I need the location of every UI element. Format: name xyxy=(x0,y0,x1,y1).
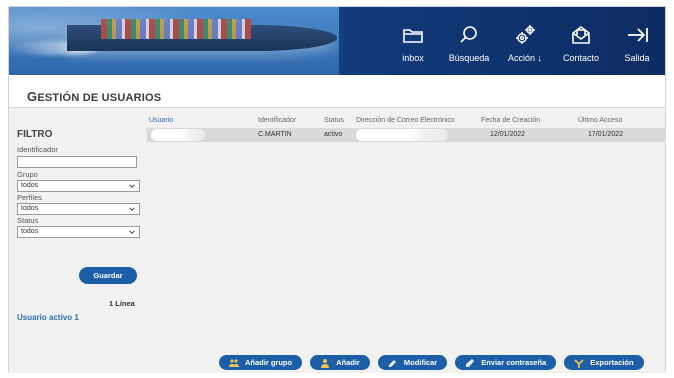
identificador-label: Identificador xyxy=(17,145,58,154)
nav-inbox-label: inbox xyxy=(402,53,424,63)
gears-icon xyxy=(516,25,535,44)
redacted-email xyxy=(356,129,448,141)
table-header: Usuario Identificador Status Dirección d… xyxy=(147,114,665,128)
export-button[interactable]: Exportación xyxy=(564,355,644,370)
table-row[interactable]: C.MARTIN activo 12/01/2022 17/01/2022 xyxy=(147,128,665,142)
modify-label: Modificar xyxy=(403,358,438,367)
perfiles-select[interactable]: todos xyxy=(17,203,140,215)
col-fecha-creacion[interactable]: Fecha de Creación xyxy=(481,117,540,124)
action-bar: Añadir grupo Añadir Modificar Enviar con… xyxy=(219,355,644,371)
grupo-label: Grupo xyxy=(17,170,38,179)
col-status[interactable]: Status xyxy=(324,117,344,124)
col-email[interactable]: Dirección de Correo Electrónico xyxy=(356,117,455,124)
add-group-label: Añadir grupo xyxy=(245,358,293,367)
nav-accion[interactable]: Acción ↓ xyxy=(502,7,548,75)
add-button[interactable]: Añadir xyxy=(310,355,370,370)
cell-ultimo-acceso: 17/01/2022 xyxy=(588,131,624,138)
grupo-select[interactable]: todos xyxy=(17,180,140,192)
export-icon xyxy=(574,358,584,368)
nav-busqueda[interactable]: Búsqueda xyxy=(446,7,492,75)
line-count: 1 Línea xyxy=(109,299,135,308)
active-users-count: Usuario activo 1 xyxy=(17,313,79,322)
header-nav: inbox Búsqueda Acción ↓ Contacto Salida xyxy=(385,7,665,75)
inbox-folder-icon xyxy=(403,29,423,43)
send-password-icon xyxy=(466,358,475,367)
users-table: Usuario Identificador Status Dirección d… xyxy=(147,114,665,142)
nav-contacto[interactable]: Contacto xyxy=(558,7,604,75)
search-icon xyxy=(460,26,477,43)
export-label: Exportación xyxy=(590,358,634,367)
status-select-value: todos xyxy=(21,228,39,235)
modify-button[interactable]: Modificar xyxy=(377,355,448,370)
cell-status: activo xyxy=(324,131,343,138)
cell-identificador: C.MARTIN xyxy=(258,131,292,138)
cell-fecha-creacion: 12/01/2022 xyxy=(490,131,526,138)
perfiles-select-value: todos xyxy=(21,205,39,212)
col-identificador[interactable]: Identificador xyxy=(258,117,296,124)
nav-inbox[interactable]: inbox xyxy=(390,7,436,75)
nav-busqueda-label: Búsqueda xyxy=(448,53,490,63)
status-label: Status xyxy=(17,216,39,225)
filter-heading: FILTRO xyxy=(17,129,53,140)
user-add-icon xyxy=(321,358,330,368)
nav-salida[interactable]: Salida xyxy=(614,7,660,75)
content-area xyxy=(9,107,665,373)
exit-arrow-icon xyxy=(628,28,648,42)
perfiles-label: Perfiles xyxy=(17,193,43,202)
chevron-down-icon xyxy=(129,207,135,211)
grupo-select-value: todos xyxy=(21,182,39,189)
envelope-icon xyxy=(572,26,590,44)
page-title: GESTIÓN DE USUARIOS xyxy=(27,89,162,104)
ship-containers xyxy=(101,19,251,39)
chevron-down-icon xyxy=(129,184,135,188)
group-add-icon xyxy=(229,358,239,367)
app-window: inbox Búsqueda Acción ↓ Contacto Salida … xyxy=(8,6,666,373)
nav-contacto-label: Contacto xyxy=(562,53,600,63)
status-select[interactable]: todos xyxy=(17,226,140,238)
nav-salida-label: Salida xyxy=(624,53,650,63)
send-password-button[interactable]: Enviar contraseña xyxy=(455,355,557,370)
save-button[interactable]: Guardar xyxy=(79,267,137,284)
add-label: Añadir xyxy=(336,358,360,367)
add-group-button[interactable]: Añadir grupo xyxy=(219,355,303,370)
col-ultimo-acceso[interactable]: Último Acceso xyxy=(578,117,622,124)
nav-accion-label: Acción ↓ xyxy=(507,53,542,63)
chevron-down-icon xyxy=(129,230,135,234)
banner-image xyxy=(9,7,339,75)
send-password-label: Enviar contraseña xyxy=(481,358,547,367)
col-usuario[interactable]: Usuario xyxy=(149,117,173,124)
identificador-input[interactable] xyxy=(17,156,137,168)
header-bar: inbox Búsqueda Acción ↓ Contacto Salida xyxy=(9,7,665,75)
redacted-username xyxy=(151,129,205,141)
edit-icon xyxy=(388,359,396,367)
